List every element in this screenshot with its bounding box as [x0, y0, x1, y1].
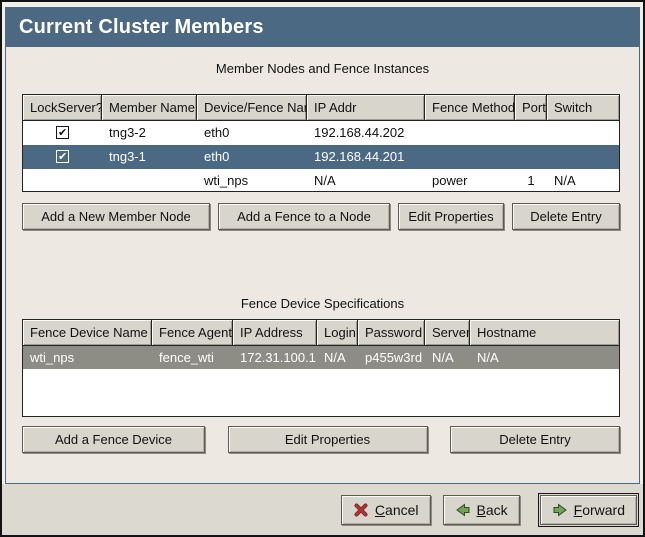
- forward-arrow-icon: [552, 502, 568, 518]
- col-fence-method[interactable]: Fence Method: [425, 95, 515, 120]
- member-nodes-table: LockServer? Member Name Device/Fence Nam…: [22, 94, 620, 192]
- window-title-bar: Current Cluster Members: [6, 8, 639, 47]
- member-edit-properties-button[interactable]: Edit Properties: [398, 203, 504, 230]
- port-cell: [515, 145, 547, 169]
- col-switch[interactable]: Switch: [547, 95, 619, 120]
- port-cell: [515, 121, 547, 145]
- server-cell: N/A: [425, 346, 470, 370]
- forward-button[interactable]: Forward: [540, 495, 637, 525]
- member-name-cell: tng3-1: [102, 145, 197, 169]
- main-panel: Current Cluster Members Member Nodes and…: [5, 7, 640, 484]
- member-name-cell: [102, 169, 197, 193]
- device-fence-cell: eth0: [197, 121, 307, 145]
- fence-method-cell: power: [425, 169, 515, 193]
- lockserver-checkbox-checked[interactable]: [56, 126, 69, 139]
- ip-addr-cell: N/A: [307, 169, 425, 193]
- fence-edit-properties-button[interactable]: Edit Properties: [228, 426, 428, 453]
- device-fence-cell: wti_nps: [197, 169, 307, 193]
- cancel-x-icon: [353, 502, 369, 518]
- fence-devices-table: Fence Device Name Fence Agent IP Address…: [22, 319, 620, 417]
- member-name-cell: tng3-2: [102, 121, 197, 145]
- forward-label: Forward: [574, 502, 625, 518]
- device-fence-cell: eth0: [197, 145, 307, 169]
- fence-buttons-row: Add a Fence Device Edit Properties Delet…: [22, 426, 620, 454]
- add-member-node-button[interactable]: Add a New Member Node: [22, 203, 210, 230]
- col-port[interactable]: Port: [515, 95, 547, 120]
- col-device-fence-name[interactable]: Device/Fence Name: [197, 95, 307, 120]
- col-ip-addr[interactable]: IP Addr: [307, 95, 425, 120]
- col-password[interactable]: Password: [358, 320, 425, 345]
- back-label: Back: [477, 502, 508, 518]
- lockserver-checkbox-checked[interactable]: [56, 150, 69, 163]
- member-table-header: LockServer? Member Name Device/Fence Nam…: [23, 95, 619, 121]
- fence-table-caption: Fence Device Specifications: [6, 296, 639, 311]
- password-cell: p455w3rd: [358, 346, 425, 370]
- page-title: Current Cluster Members: [19, 16, 264, 39]
- switch-cell: [547, 121, 619, 145]
- hostname-cell: N/A: [470, 346, 619, 370]
- member-table-caption: Member Nodes and Fence Instances: [6, 61, 639, 76]
- port-cell: 1: [515, 169, 547, 193]
- fence-delete-entry-button[interactable]: Delete Entry: [450, 426, 620, 453]
- fence-method-cell: [425, 145, 515, 169]
- back-arrow-icon: [455, 502, 471, 518]
- switch-cell: N/A: [547, 169, 619, 193]
- fence-device-name-cell: wti_nps: [23, 346, 152, 370]
- col-ip-address[interactable]: IP Address: [233, 320, 317, 345]
- add-fence-to-node-button[interactable]: Add a Fence to a Node: [218, 203, 390, 230]
- col-fence-agent[interactable]: Fence Agent: [152, 320, 233, 345]
- ip-address-cell: 172.31.100.1: [233, 346, 317, 370]
- ip-addr-cell: 192.168.44.202: [307, 121, 425, 145]
- fence-method-cell: [425, 121, 515, 145]
- lockserver-cell: [23, 169, 102, 193]
- cancel-label: Cancel: [375, 502, 419, 518]
- col-hostname[interactable]: Hostname: [470, 320, 619, 345]
- member-row-wti-nps[interactable]: wti_nps N/A power 1 N/A: [23, 169, 619, 193]
- lockserver-cell: [23, 145, 102, 169]
- fence-table-header: Fence Device Name Fence Agent IP Address…: [23, 320, 619, 346]
- member-row-tng3-2[interactable]: tng3-2 eth0 192.168.44.202: [23, 121, 619, 145]
- add-fence-device-button[interactable]: Add a Fence Device: [22, 426, 205, 453]
- back-button[interactable]: Back: [443, 495, 520, 525]
- member-row-tng3-1-selected[interactable]: tng3-1 eth0 192.168.44.201: [23, 145, 619, 169]
- member-buttons-row: Add a New Member Node Add a Fence to a N…: [22, 203, 620, 231]
- cancel-button[interactable]: Cancel: [341, 495, 431, 525]
- footer-button-bar: Cancel Back Forward: [2, 484, 643, 535]
- col-member-name[interactable]: Member Name: [102, 95, 197, 120]
- col-login[interactable]: Login: [317, 320, 358, 345]
- col-server[interactable]: Server: [425, 320, 470, 345]
- fence-row-wti-nps-selected[interactable]: wti_nps fence_wti 172.31.100.1 N/A p455w…: [23, 346, 619, 369]
- lockserver-cell: [23, 121, 102, 145]
- ip-addr-cell: 192.168.44.201: [307, 145, 425, 169]
- switch-cell: [547, 145, 619, 169]
- col-lockserver[interactable]: LockServer?: [23, 95, 102, 120]
- col-fence-device-name[interactable]: Fence Device Name: [23, 320, 152, 345]
- login-cell: N/A: [317, 346, 358, 370]
- wizard-window: Current Cluster Members Member Nodes and…: [0, 0, 645, 537]
- member-delete-entry-button[interactable]: Delete Entry: [512, 203, 620, 230]
- fence-agent-cell: fence_wti: [152, 346, 233, 370]
- content-area: Member Nodes and Fence Instances LockSer…: [6, 47, 639, 483]
